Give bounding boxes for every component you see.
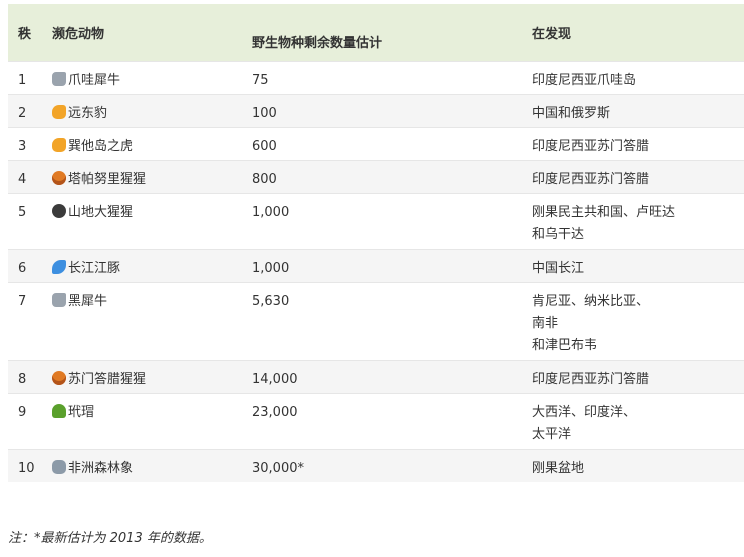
animal-name: 非洲森林象 (68, 460, 134, 476)
count-cell: 75 (242, 60, 522, 94)
table-row: 3 巽他岛之虎 600 印度尼西亚苏门答腊 (8, 126, 744, 160)
animal-cell: 长江江豚 (42, 248, 242, 282)
animal-cell: 苏门答腊猩猩 (42, 359, 242, 393)
animal-cell: 玳瑁 (42, 392, 242, 449)
location-line: 印度尼西亚苏门答腊 (532, 371, 650, 387)
orangutan-icon (52, 370, 66, 385)
table-row: 2 远东豹 100 中国和俄罗斯 (8, 93, 744, 127)
location-line: 刚果民主共和国、卢旺达 (532, 204, 676, 220)
rank-cell: 8 (8, 359, 42, 393)
footnote: 注：*最新估计为 2013 年的数据。 (8, 531, 212, 546)
header-location: 在发现 (532, 27, 572, 42)
count-cell: 30,000* (242, 448, 522, 482)
animal-name: 爪哇犀牛 (68, 72, 121, 88)
table-row: 5 山地大猩猩 1,000 刚果民主共和国、卢旺达 和乌干达 (8, 192, 744, 249)
animal-cell: 非洲森林象 (42, 448, 242, 482)
location-cell: 印度尼西亚苏门答腊 (522, 359, 744, 393)
header-count: 野生物种剩余数量估计 (252, 35, 383, 51)
animal-cell: 塔帕努里猩猩 (42, 159, 242, 193)
table-row: 6 长江江豚 1,000 中国长江 (8, 248, 744, 282)
table-body: 1 爪哇犀牛 75 印度尼西亚爪哇岛 2 远东豹 100 中国和俄罗斯 3 巽他岛之虎 600 印度尼… (8, 60, 744, 482)
location-line: 中国和俄罗斯 (532, 105, 611, 121)
count-cell: 800 (242, 159, 522, 193)
animal-name: 山地大猩猩 (68, 204, 134, 220)
animal-name: 长江江豚 (68, 260, 121, 276)
gorilla-icon (52, 203, 66, 218)
location-line: 和乌干达 (532, 226, 585, 242)
count-cell: 14,000 (242, 359, 522, 393)
location-cell: 中国长江 (522, 248, 744, 282)
location-line: 印度尼西亚苏门答腊 (532, 138, 650, 154)
location-line: 肯尼亚、纳米比亚、 (532, 293, 650, 309)
location-cell: 印度尼西亚苏门答腊 (522, 126, 744, 160)
rank-cell: 9 (8, 392, 42, 449)
animal-cell: 山地大猩猩 (42, 192, 242, 249)
endangered-species-table: 秩 濒危动物 野生物种剩余数量估计 在发现 1 爪哇犀牛 75 印度尼西亚爪哇岛 2 远东… (8, 4, 744, 482)
location-line: 和津巴布韦 (532, 337, 598, 353)
location-line: 南非 (532, 315, 559, 331)
location-line: 太平洋 (532, 426, 572, 442)
table-row: 7 黑犀牛 5,630 肯尼亚、纳米比亚、 南非 和津巴布韦 (8, 281, 744, 360)
rank-cell: 4 (8, 159, 42, 193)
table-row: 4 塔帕努里猩猩 800 印度尼西亚苏门答腊 (8, 159, 744, 193)
rank-cell: 1 (8, 60, 42, 94)
table-row: 10 非洲森林象 30,000* 刚果盆地 (8, 448, 744, 482)
location-cell: 印度尼西亚苏门答腊 (522, 159, 744, 193)
rhino-icon (52, 292, 66, 307)
count-cell: 100 (242, 93, 522, 127)
count-cell: 5,630 (242, 281, 522, 360)
table-header-row: 秩 濒危动物 野生物种剩余数量估计 在发现 (8, 4, 744, 61)
leopard-icon (52, 137, 66, 152)
rhino-icon (52, 71, 66, 86)
dolphin-icon (52, 259, 66, 274)
animal-cell: 黑犀牛 (42, 281, 242, 360)
rank-cell: 7 (8, 281, 42, 360)
location-cell: 中国和俄罗斯 (522, 93, 744, 127)
animal-cell: 巽他岛之虎 (42, 126, 242, 160)
table-row: 1 爪哇犀牛 75 印度尼西亚爪哇岛 (8, 60, 744, 94)
animal-cell: 爪哇犀牛 (42, 60, 242, 94)
location-line: 印度尼西亚爪哇岛 (532, 72, 637, 88)
animal-name: 巽他岛之虎 (68, 138, 134, 154)
animal-name: 黑犀牛 (68, 293, 108, 309)
rank-cell: 10 (8, 448, 42, 482)
count-cell: 1,000 (242, 192, 522, 249)
animal-cell: 远东豹 (42, 93, 242, 127)
animal-name: 玳瑁 (68, 404, 95, 420)
count-cell: 1,000 (242, 248, 522, 282)
rank-cell: 5 (8, 192, 42, 249)
animal-name: 苏门答腊猩猩 (68, 371, 147, 387)
location-cell: 刚果盆地 (522, 448, 744, 482)
count-cell: 23,000 (242, 392, 522, 449)
location-line: 大西洋、印度洋、 (532, 404, 637, 420)
header-rank: 秩 (18, 27, 32, 42)
rank-cell: 3 (8, 126, 42, 160)
animal-name: 远东豹 (68, 105, 108, 121)
rank-cell: 2 (8, 93, 42, 127)
location-cell: 刚果民主共和国、卢旺达 和乌干达 (522, 192, 744, 249)
table-row: 9 玳瑁 23,000 大西洋、印度洋、 太平洋 (8, 392, 744, 449)
count-cell: 600 (242, 126, 522, 160)
animal-name: 塔帕努里猩猩 (68, 171, 147, 187)
location-cell: 肯尼亚、纳米比亚、 南非和津巴布韦 (522, 281, 744, 360)
elephant-icon (52, 459, 66, 474)
orangutan-icon (52, 170, 66, 185)
location-line: 中国长江 (532, 260, 585, 276)
page: 秩 濒危动物 野生物种剩余数量估计 在发现 1 爪哇犀牛 75 印度尼西亚爪哇岛 2 远东… (0, 0, 744, 557)
location-line: 刚果盆地 (532, 460, 585, 476)
location-cell: 印度尼西亚爪哇岛 (522, 60, 744, 94)
turtle-icon (52, 403, 66, 418)
rank-cell: 6 (8, 248, 42, 282)
table-row: 8 苏门答腊猩猩 14,000 印度尼西亚苏门答腊 (8, 359, 744, 393)
location-line: 印度尼西亚苏门答腊 (532, 171, 650, 187)
leopard-icon (52, 104, 66, 119)
header-animal: 濒危动物 (52, 27, 105, 42)
location-cell: 大西洋、印度洋、 太平洋 (522, 392, 744, 449)
